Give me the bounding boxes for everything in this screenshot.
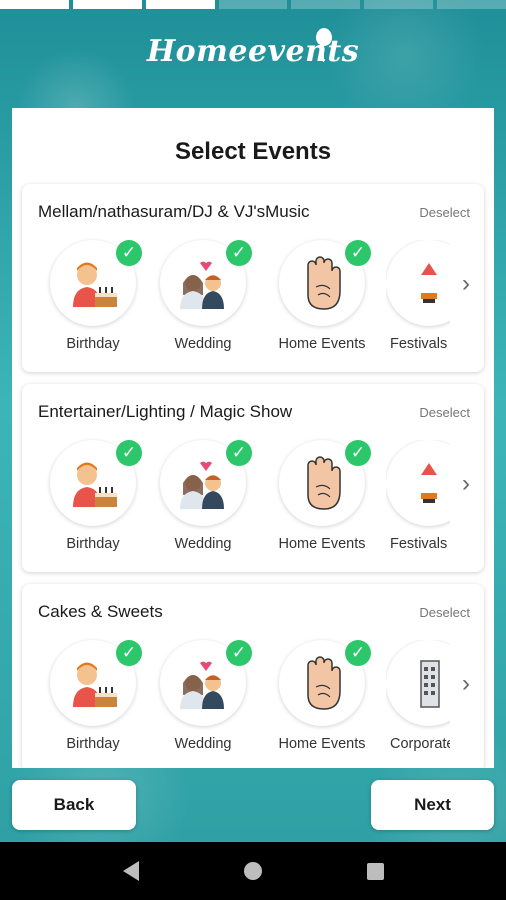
hand-icon — [307, 256, 341, 310]
event-label: Festivals — [390, 536, 448, 552]
system-navigation-bar — [0, 842, 506, 900]
selected-check-icon: ✓ — [226, 440, 252, 466]
birthday-icon — [73, 462, 117, 507]
selected-check-icon: ✓ — [226, 240, 252, 266]
event-list[interactable]: ✓ Birthday ✓ Wedding — [22, 440, 484, 572]
event-item-festivals[interactable]: Festivals — [386, 240, 450, 352]
progress-segment — [437, 0, 506, 9]
event-label: Wedding — [174, 536, 232, 552]
category-title: Entertainer/Lighting / Magic Show — [38, 402, 293, 421]
nav-recent-apps-icon[interactable] — [366, 862, 384, 880]
nav-home-icon[interactable] — [243, 862, 262, 880]
birthday-icon — [73, 662, 117, 707]
category-card-music: Mellam/nathasuram/DJ & VJ'sMusic Deselec… — [22, 184, 484, 372]
event-label: Corporate — [390, 736, 450, 752]
event-label: Home Events — [278, 336, 366, 352]
deselect-button[interactable]: Deselect — [419, 205, 470, 220]
progress-bar — [0, 0, 506, 10]
event-label: Home Events — [278, 536, 366, 552]
progress-segment — [72, 0, 142, 9]
event-label: Wedding — [174, 336, 232, 352]
selected-check-icon: ✓ — [226, 640, 252, 666]
chevron-right-icon[interactable]: › — [462, 270, 470, 298]
hand-icon — [307, 456, 341, 510]
event-label: Birthday — [66, 736, 120, 752]
event-item-festivals[interactable]: Festivals — [386, 440, 450, 552]
category-card-entertainer: Entertainer/Lighting / Magic Show Desele… — [22, 384, 484, 572]
event-item-corporate[interactable]: Corporate — [386, 640, 450, 752]
selected-check-icon: ✓ — [345, 440, 371, 466]
event-label: Festivals — [390, 336, 448, 352]
progress-segment — [291, 0, 361, 9]
balloon-icon — [316, 28, 332, 62]
category-title: Mellam/nathasuram/DJ & VJ'sMusic — [38, 202, 310, 221]
page-title: Select Events — [174, 138, 332, 165]
event-label: Birthday — [66, 536, 120, 552]
event-item-wedding[interactable]: ✓ Wedding — [148, 440, 258, 552]
deselect-button[interactable]: Deselect — [419, 605, 470, 620]
category-card-cakes: Cakes & Sweets Deselect ✓ Birthday ✓ Wed… — [22, 584, 484, 768]
birthday-icon — [73, 262, 117, 307]
hand-icon — [307, 656, 341, 710]
progress-segment — [364, 0, 434, 9]
corporate-icon — [420, 660, 440, 708]
wedding-icon — [180, 261, 224, 309]
deselect-button[interactable]: Deselect — [419, 405, 470, 420]
event-item-birthday[interactable]: ✓ Birthday — [38, 440, 148, 552]
event-label: Birthday — [66, 336, 120, 352]
event-list[interactable]: ✓ Birthday ✓ Wedding — [22, 640, 484, 768]
wedding-icon — [180, 661, 224, 709]
event-item-home-events[interactable]: ✓ Home Events — [267, 440, 377, 552]
festival-icon — [421, 463, 437, 503]
event-item-birthday[interactable]: ✓ Birthday — [38, 240, 148, 352]
event-item-home-events[interactable]: ✓ Home Events — [267, 240, 377, 352]
event-selection-panel: Select Events Mellam/nathasuram/DJ & VJ'… — [12, 108, 494, 768]
next-button[interactable]: Next — [371, 780, 494, 830]
selected-check-icon: ✓ — [345, 240, 371, 266]
selected-check-icon: ✓ — [116, 640, 142, 666]
event-item-birthday[interactable]: ✓ Birthday — [38, 640, 148, 752]
progress-segment — [145, 0, 215, 9]
festival-icon — [421, 263, 437, 303]
selected-check-icon: ✓ — [345, 640, 371, 666]
app-logo: Homeevents — [0, 28, 506, 69]
chevron-right-icon[interactable]: › — [462, 470, 470, 498]
selected-check-icon: ✓ — [116, 240, 142, 266]
wedding-icon — [180, 461, 224, 509]
progress-segment — [0, 0, 69, 9]
progress-segment — [218, 0, 288, 9]
event-item-home-events[interactable]: ✓ Home Events — [267, 640, 377, 752]
back-button[interactable]: Back — [12, 780, 136, 830]
category-title: Cakes & Sweets — [38, 602, 163, 621]
chevron-right-icon[interactable]: › — [462, 670, 470, 698]
event-list[interactable]: ✓ Birthday ✓ Wedding — [22, 240, 484, 372]
event-label: Home Events — [278, 736, 366, 752]
event-item-wedding[interactable]: ✓ Wedding — [148, 640, 258, 752]
selected-check-icon: ✓ — [116, 440, 142, 466]
event-label: Wedding — [174, 736, 232, 752]
event-item-wedding[interactable]: ✓ Wedding — [148, 240, 258, 352]
nav-back-icon[interactable] — [122, 861, 139, 881]
